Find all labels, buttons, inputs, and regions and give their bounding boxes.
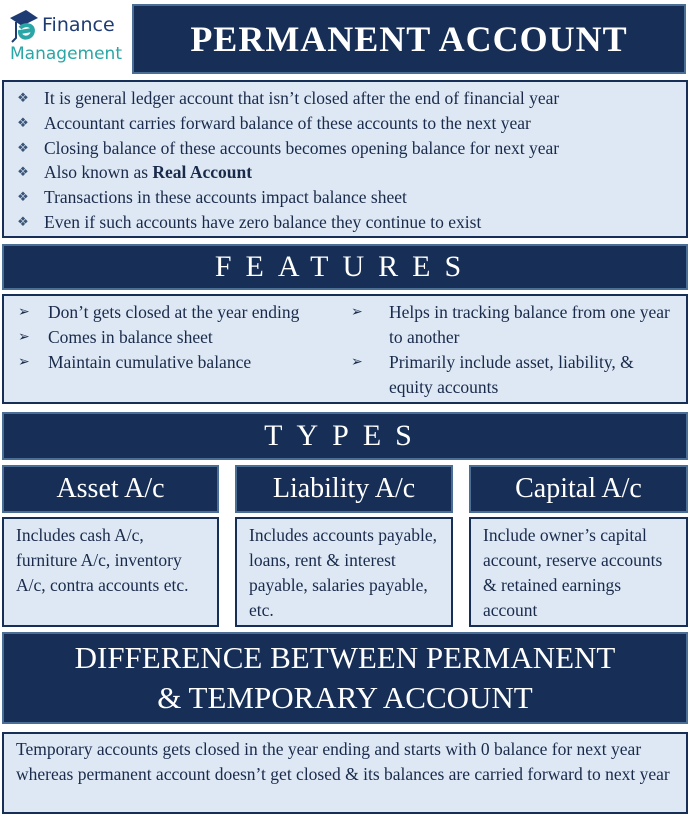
- diamond-bullet-icon: ❖: [17, 213, 29, 229]
- features-left-column: ➢ Don’t gets closed at the year ending ➢ C…: [12, 300, 345, 398]
- intro-item: ❖ Even if such accounts have zero balance…: [16, 210, 674, 235]
- features-heading: FEATURES: [2, 244, 688, 290]
- intro-item: ❖ Also known as Real Account: [16, 160, 674, 185]
- feature-item: ➢ Maintain cumulative balance: [12, 350, 345, 375]
- arrow-bullet-icon: ➢: [351, 305, 363, 320]
- intro-item: ❖ Transactions in these accounts impact b…: [16, 185, 674, 210]
- difference-heading: DIFFERENCE BETWEEN PERMANENT & TEMPORARY…: [2, 632, 688, 724]
- intro-item-text: Closing balance of these accounts become…: [44, 137, 560, 158]
- arrow-bullet-icon: ➢: [18, 330, 30, 345]
- intro-item: ❖ Accountant carries forward balance of t…: [16, 111, 674, 136]
- diamond-bullet-icon: ❖: [17, 90, 29, 105]
- logo-text-management: Management: [10, 44, 122, 64]
- intro-item-text: Also known as: [44, 162, 153, 183]
- type-title-liability: Liability A/c: [235, 465, 453, 513]
- feature-item: ➢ Comes in balance sheet: [12, 325, 345, 350]
- logo-text-finance: Finance: [42, 14, 115, 36]
- intro-box: ❖ It is general ledger account that isn’t…: [2, 80, 688, 238]
- feature-item: ➢ Primarily include asset, liability, & e…: [345, 350, 678, 400]
- feature-item: ➢ Helps in tracking balance from one year…: [345, 300, 678, 350]
- arrow-bullet-icon: ➢: [351, 355, 363, 370]
- type-title-asset: Asset A/c: [2, 465, 219, 513]
- feature-text: Maintain cumulative balance: [48, 352, 252, 372]
- intro-item: ❖ It is general ledger account that isn’t…: [16, 86, 674, 111]
- arrow-bullet-icon: ➢: [18, 305, 30, 320]
- feature-text: Helps in tracking balance from one year …: [389, 302, 670, 347]
- diamond-bullet-icon: ❖: [17, 139, 29, 155]
- type-description-capital: Include owner’s capital account, reserve…: [469, 517, 688, 627]
- intro-item-text: Even if such accounts have zero balance …: [44, 211, 482, 232]
- feature-item: ➢ Don’t gets closed at the year ending: [12, 300, 345, 325]
- features-right-column: ➢ Helps in tracking balance from one year…: [345, 300, 678, 398]
- diamond-bullet-icon: ❖: [17, 189, 29, 205]
- arrow-bullet-icon: ➢: [18, 355, 30, 370]
- types-heading: TYPES: [2, 412, 688, 460]
- intro-item: ❖ Closing balance of these accounts becom…: [16, 136, 674, 161]
- type-title-capital: Capital A/c: [469, 465, 688, 513]
- intro-item-text: It is general ledger account that isn’t …: [44, 88, 560, 108]
- type-description-liability: Includes accounts payable, loans, rent &…: [235, 517, 453, 627]
- feature-text: Don’t gets closed at the year ending: [48, 302, 300, 322]
- logo: Finance Management: [6, 6, 126, 70]
- intro-list: ❖ It is general ledger account that isn’t…: [16, 86, 674, 235]
- feature-text: Comes in balance sheet: [48, 327, 213, 347]
- graduation-cap-e-icon: [10, 10, 38, 43]
- difference-heading-text: DIFFERENCE BETWEEN PERMANENT & TEMPORARY…: [74, 640, 616, 715]
- intro-item-text: Accountant carries forward balance of th…: [44, 112, 531, 133]
- features-box: ➢ Don’t gets closed at the year ending ➢ C…: [2, 294, 688, 404]
- page-title: PERMANENT ACCOUNT: [132, 4, 686, 74]
- intro-item-bold: Real Account: [152, 162, 253, 183]
- diamond-bullet-icon: ❖: [17, 114, 29, 130]
- diamond-bullet-icon: ❖: [17, 164, 29, 180]
- type-description-asset: Includes cash A/c, furniture A/c, invent…: [2, 517, 219, 627]
- feature-text: Primarily include asset, liability, & eq…: [389, 352, 634, 397]
- difference-text: Temporary accounts gets closed in the ye…: [2, 732, 688, 814]
- intro-item-text: Transactions in these accounts impact ba…: [44, 187, 407, 208]
